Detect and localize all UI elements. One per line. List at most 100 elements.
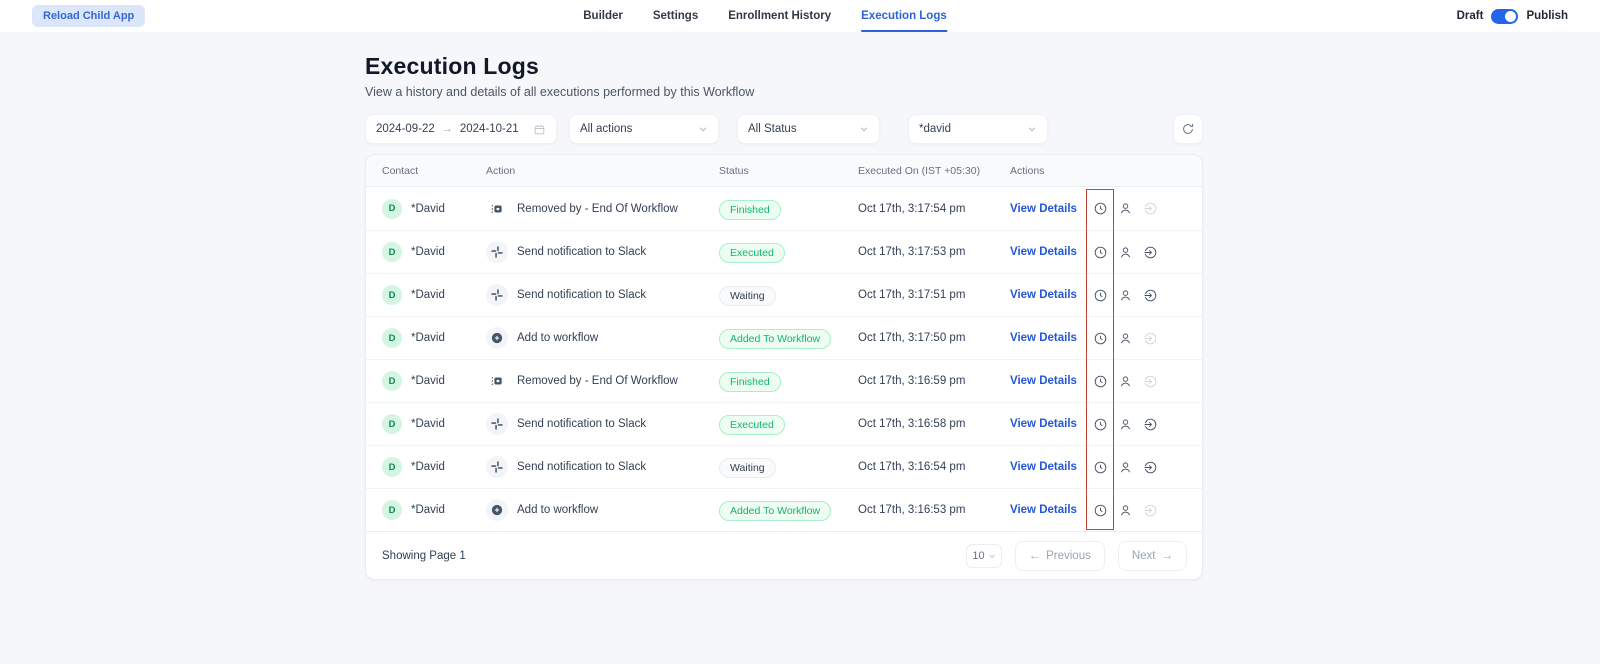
end-of-workflow-icon <box>486 198 508 220</box>
action-cell: Add to workflow <box>486 499 719 521</box>
enter-workflow-icon[interactable] <box>1138 455 1163 480</box>
history-icon[interactable] <box>1088 283 1113 308</box>
avatar: D <box>382 500 402 520</box>
actions-cell: View Details <box>1010 455 1186 480</box>
enter-workflow-icon[interactable] <box>1138 369 1163 394</box>
history-icon[interactable] <box>1088 412 1113 437</box>
date-end-input[interactable]: 2024-10-21 <box>460 123 519 135</box>
status-cell: Waiting <box>719 458 858 476</box>
chevron-down-icon <box>988 552 996 560</box>
contact-name: *David <box>411 332 445 344</box>
enter-workflow-icon[interactable] <box>1138 498 1163 523</box>
next-page-button[interactable]: Next → <box>1118 541 1187 571</box>
table-body: D *David Removed by - End Of Workflow Fi… <box>366 187 1202 531</box>
enter-workflow-icon[interactable] <box>1138 412 1163 437</box>
contact-name: *David <box>411 375 445 387</box>
page-size-select[interactable]: 10 <box>966 544 1001 568</box>
view-details-link[interactable]: View Details <box>1010 504 1088 516</box>
action-filter-value: All actions <box>580 123 632 135</box>
actions-cell: View Details <box>1010 369 1186 394</box>
history-icon[interactable] <box>1088 455 1113 480</box>
avatar: D <box>382 371 402 391</box>
table-row: D *David Add to workflow Added To Workfl… <box>366 316 1202 359</box>
avatar: D <box>382 457 402 477</box>
executed-on: Oct 17th, 3:17:54 pm <box>858 203 1010 215</box>
chevron-down-icon <box>859 124 869 134</box>
view-details-link[interactable]: View Details <box>1010 418 1088 430</box>
date-range-arrow-icon: → <box>442 123 453 135</box>
previous-page-button[interactable]: ← Previous <box>1015 541 1105 571</box>
add-to-workflow-icon <box>486 499 508 521</box>
history-icon[interactable] <box>1088 326 1113 351</box>
date-range-picker[interactable]: 2024-09-22 → 2024-10-21 <box>365 114 557 144</box>
executed-on: Oct 17th, 3:16:53 pm <box>858 504 1010 516</box>
action-cell: Add to workflow <box>486 327 719 349</box>
avatar: D <box>382 242 402 262</box>
tab-enrollment-history[interactable]: Enrollment History <box>728 0 831 32</box>
view-details-link[interactable]: View Details <box>1010 203 1088 215</box>
slack-icon <box>486 284 508 306</box>
history-icon[interactable] <box>1088 369 1113 394</box>
status-badge: Finished <box>719 372 781 392</box>
contact-cell: D *David <box>382 414 486 434</box>
contact-profile-icon[interactable] <box>1113 283 1138 308</box>
refresh-icon <box>1181 122 1195 136</box>
contact-profile-icon[interactable] <box>1113 196 1138 221</box>
enter-workflow-icon[interactable] <box>1138 326 1163 351</box>
history-icon[interactable] <box>1088 498 1113 523</box>
action-filter-dropdown[interactable]: All actions <box>569 114 719 144</box>
contact-name: *David <box>411 246 445 258</box>
history-icon[interactable] <box>1088 240 1113 265</box>
view-details-link[interactable]: View Details <box>1010 289 1088 301</box>
status-badge: Added To Workflow <box>719 501 831 521</box>
enter-workflow-icon[interactable] <box>1138 240 1163 265</box>
view-details-link[interactable]: View Details <box>1010 246 1088 258</box>
contact-profile-icon[interactable] <box>1113 498 1138 523</box>
action-label: Add to workflow <box>517 332 598 344</box>
contact-name: *David <box>411 461 445 473</box>
contact-profile-icon[interactable] <box>1113 240 1138 265</box>
reload-child-app-button[interactable]: Reload Child App <box>32 5 145 27</box>
status-badge: Executed <box>719 415 785 435</box>
executed-on: Oct 17th, 3:17:51 pm <box>858 289 1010 301</box>
tab-builder[interactable]: Builder <box>583 0 623 32</box>
tab-settings[interactable]: Settings <box>653 0 698 32</box>
status-cell: Added To Workflow <box>719 501 858 519</box>
enter-workflow-icon[interactable] <box>1138 196 1163 221</box>
contact-profile-icon[interactable] <box>1113 455 1138 480</box>
status-filter-value: All Status <box>748 123 797 135</box>
contact-profile-icon[interactable] <box>1113 326 1138 351</box>
avatar: D <box>382 328 402 348</box>
executed-on: Oct 17th, 3:17:53 pm <box>858 246 1010 258</box>
view-details-link[interactable]: View Details <box>1010 332 1088 344</box>
arrow-left-icon: ← <box>1029 550 1041 562</box>
executed-on: Oct 17th, 3:16:54 pm <box>858 461 1010 473</box>
publish-toggle[interactable] <box>1491 9 1518 24</box>
view-details-link[interactable]: View Details <box>1010 375 1088 387</box>
contact-name: *David <box>411 504 445 516</box>
action-cell: Send notification to Slack <box>486 456 719 478</box>
refresh-button[interactable] <box>1173 114 1203 144</box>
table-row: D *David Send notification to Slack Wait… <box>366 273 1202 316</box>
view-details-link[interactable]: View Details <box>1010 461 1088 473</box>
action-cell: Removed by - End Of Workflow <box>486 198 719 220</box>
contact-profile-icon[interactable] <box>1113 412 1138 437</box>
date-start-input[interactable]: 2024-09-22 <box>376 123 435 135</box>
contact-name: *David <box>411 418 445 430</box>
contact-filter-dropdown[interactable]: *david <box>908 114 1048 144</box>
table-header: ContactActionStatusExecuted On (IST +05:… <box>366 155 1202 187</box>
workflow-tabs: Builder Settings Enrollment History Exec… <box>583 0 947 32</box>
enter-workflow-icon[interactable] <box>1138 283 1163 308</box>
status-filter-dropdown[interactable]: All Status <box>737 114 880 144</box>
slack-icon <box>486 241 508 263</box>
actions-cell: View Details <box>1010 326 1186 351</box>
tab-execution-logs[interactable]: Execution Logs <box>861 0 947 32</box>
arrow-right-icon: → <box>1162 550 1174 562</box>
contact-cell: D *David <box>382 242 486 262</box>
action-label: Send notification to Slack <box>517 461 646 473</box>
history-icon[interactable] <box>1088 196 1113 221</box>
action-label: Send notification to Slack <box>517 289 646 301</box>
actions-cell: View Details <box>1010 498 1186 523</box>
status-cell: Finished <box>719 200 858 218</box>
contact-profile-icon[interactable] <box>1113 369 1138 394</box>
